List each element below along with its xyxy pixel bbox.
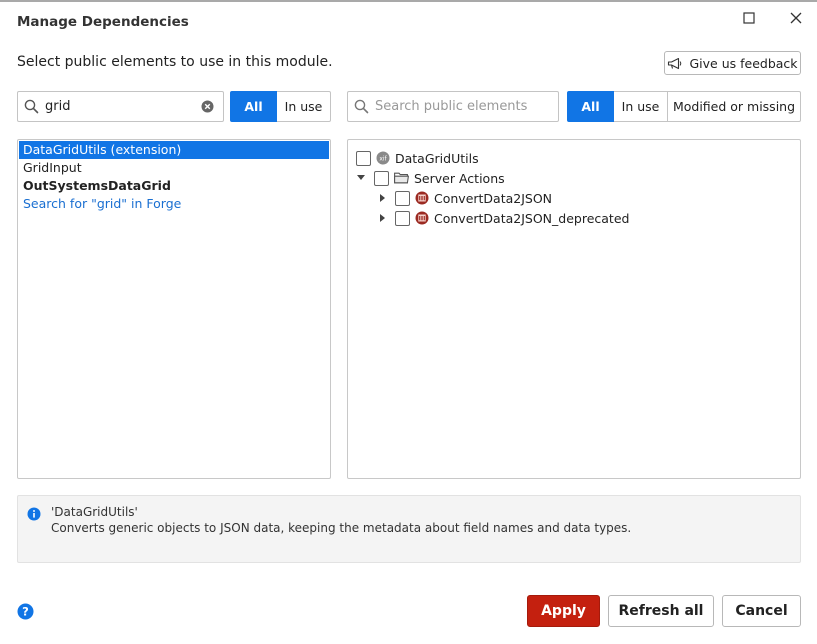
close-button[interactable] bbox=[782, 6, 810, 30]
give-feedback-label: Give us feedback bbox=[689, 55, 798, 71]
collapse-server-actions-toggle[interactable] bbox=[356, 173, 366, 183]
checkbox-server-actions[interactable] bbox=[374, 170, 389, 186]
cancel-button[interactable]: Cancel bbox=[722, 595, 801, 627]
element-search-input[interactable] bbox=[369, 99, 558, 114]
filter-all-modules[interactable]: All bbox=[230, 91, 277, 122]
extension-icon: xif bbox=[376, 151, 390, 165]
expand-convertdata2json-toggle[interactable] bbox=[378, 193, 388, 203]
close-icon bbox=[790, 12, 802, 24]
filter-modified-missing[interactable]: Modified or missing bbox=[668, 91, 801, 122]
checkbox-convertdata2json[interactable] bbox=[395, 190, 410, 206]
dialog-title: Manage Dependencies bbox=[17, 14, 189, 30]
folder-icon bbox=[394, 171, 409, 185]
checkbox-datagridutils[interactable] bbox=[356, 150, 371, 166]
tree-row-convertdata2json: ConvertData2JSON bbox=[378, 188, 552, 208]
element-tree: xif DataGridUtils Server Actions Convert… bbox=[347, 139, 801, 479]
module-filter-group: All In use bbox=[230, 91, 331, 122]
checkbox-convertdata2json-deprecated[interactable] bbox=[395, 210, 410, 226]
server-action-icon bbox=[415, 191, 429, 205]
tree-label-convertdata2json-deprecated: ConvertData2JSON_deprecated bbox=[434, 210, 630, 226]
tree-label-convertdata2json: ConvertData2JSON bbox=[434, 190, 553, 206]
maximize-button[interactable] bbox=[735, 6, 763, 30]
module-list: DataGridUtils (extension) GridInput OutS… bbox=[17, 139, 331, 479]
info-title: 'DataGridUtils' bbox=[51, 505, 138, 519]
info-icon bbox=[27, 507, 41, 521]
expand-convertdata2json-deprecated-toggle[interactable] bbox=[378, 213, 388, 223]
clear-icon bbox=[201, 100, 213, 113]
give-feedback-button[interactable]: Give us feedback bbox=[664, 51, 801, 75]
search-forge-link[interactable]: Search for "grid" in Forge bbox=[18, 195, 330, 213]
tree-row-datagridutils: xif DataGridUtils bbox=[356, 148, 479, 168]
element-filter-group: All In use Modified or missing bbox=[567, 91, 801, 122]
module-item-datagridutils[interactable]: DataGridUtils (extension) bbox=[19, 141, 329, 159]
tree-label-server-actions: Server Actions bbox=[414, 170, 505, 186]
search-icon bbox=[24, 99, 39, 114]
tree-row-convertdata2json-deprecated: ConvertData2JSON_deprecated bbox=[378, 208, 629, 228]
window-top-border bbox=[0, 0, 817, 2]
help-icon[interactable]: ? bbox=[17, 603, 34, 620]
svg-text:xif: xif bbox=[379, 155, 387, 162]
maximize-icon bbox=[743, 12, 755, 24]
tree-label-datagridutils: DataGridUtils bbox=[395, 150, 479, 166]
search-icon bbox=[354, 99, 369, 114]
refresh-all-button[interactable]: Refresh all bbox=[608, 595, 714, 627]
filter-all-elements[interactable]: All bbox=[567, 91, 614, 122]
clear-search-button[interactable] bbox=[200, 100, 214, 114]
module-search-box[interactable] bbox=[17, 91, 224, 122]
module-item-outsystemsdatagrid[interactable]: OutSystemsDataGrid bbox=[18, 177, 330, 195]
filter-in-use-modules[interactable]: In use bbox=[277, 91, 331, 122]
megaphone-icon bbox=[668, 57, 682, 69]
caret-down-icon bbox=[357, 175, 365, 180]
svg-text:?: ? bbox=[22, 605, 29, 619]
filter-in-use-elements[interactable]: In use bbox=[614, 91, 668, 122]
module-search-input[interactable] bbox=[39, 99, 200, 114]
element-search-box[interactable] bbox=[347, 91, 559, 122]
element-info-panel: 'DataGridUtils' Converts generic objects… bbox=[17, 495, 801, 563]
caret-right-icon bbox=[380, 194, 385, 202]
caret-right-icon bbox=[380, 214, 385, 222]
server-action-icon bbox=[415, 211, 429, 225]
apply-button[interactable]: Apply bbox=[527, 595, 600, 627]
tree-row-server-actions: Server Actions bbox=[356, 168, 505, 188]
info-description: Converts generic objects to JSON data, k… bbox=[51, 521, 632, 535]
dialog-subtitle: Select public elements to use in this mo… bbox=[17, 54, 333, 70]
module-item-gridinput[interactable]: GridInput bbox=[18, 159, 330, 177]
